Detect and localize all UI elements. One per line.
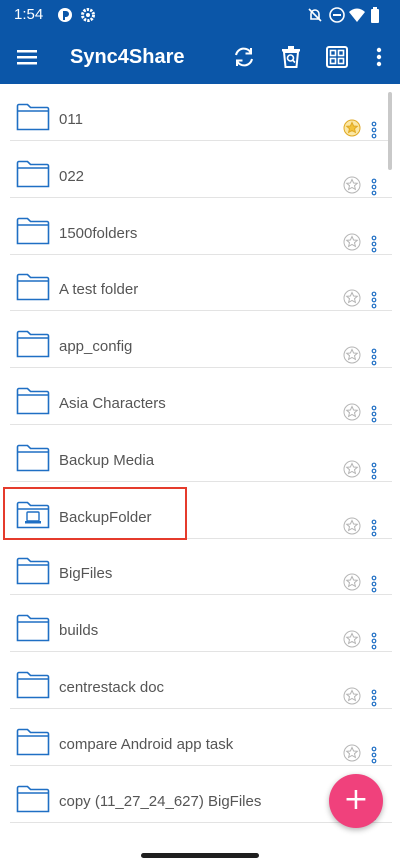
home-gesture-pill[interactable] (141, 853, 259, 858)
app-title: Sync4Share (70, 46, 185, 68)
add-fab-button[interactable]: + (329, 774, 383, 828)
item-more-icon[interactable] (368, 746, 380, 764)
folder-row[interactable]: Asia Characters (0, 368, 392, 425)
favorite-star-icon[interactable] (343, 460, 361, 478)
favorite-star-icon[interactable] (343, 403, 361, 421)
item-more-icon[interactable] (368, 575, 380, 593)
favorite-star-icon[interactable] (343, 233, 361, 251)
folder-icon (16, 387, 50, 415)
folder-icon (16, 103, 50, 131)
item-more-icon[interactable] (368, 462, 380, 480)
folder-icon (16, 614, 50, 642)
recycle-bin-icon[interactable] (278, 44, 304, 70)
notifications-off-icon (308, 8, 322, 22)
folder-icon (16, 444, 50, 472)
grid-view-icon[interactable] (324, 44, 350, 70)
folder-row[interactable]: app_config (0, 311, 392, 369)
folder-icon (16, 217, 50, 244)
favorite-star-icon[interactable] (343, 517, 361, 535)
app-notification-icon (58, 8, 72, 22)
folder-name: copy (11_27_24_627) BigFiles (59, 792, 262, 810)
folder-row[interactable]: centrestack doc (0, 652, 392, 709)
item-more-icon[interactable] (368, 632, 380, 650)
folder-icon (16, 671, 50, 699)
folder-name: A test folder (59, 281, 139, 299)
favorite-star-icon[interactable] (343, 289, 361, 307)
wifi-icon (349, 8, 365, 22)
folder-icon (16, 274, 50, 301)
item-more-icon[interactable] (368, 348, 380, 366)
favorite-star-icon[interactable] (343, 346, 361, 364)
folder-icon (16, 728, 50, 756)
item-more-icon[interactable] (368, 121, 380, 139)
folder-row[interactable]: A test folder (0, 254, 392, 312)
folder-row[interactable]: BigFiles (0, 538, 392, 596)
folder-name: compare Android app task (59, 735, 234, 753)
folder-name: builds (59, 622, 99, 640)
favorite-star-icon[interactable] (343, 687, 361, 705)
folder-icon (16, 160, 50, 188)
folder-list[interactable]: 011 022 1500folders A test folder app_config… (0, 84, 400, 839)
scrollbar-thumb[interactable] (388, 92, 392, 170)
favorite-star-icon[interactable] (343, 744, 361, 762)
folder-name: 022 (59, 167, 85, 185)
item-more-icon[interactable] (368, 178, 380, 196)
folder-row[interactable]: 011 (0, 84, 392, 141)
item-more-icon[interactable] (368, 405, 380, 423)
app-bar: Sync4Share (0, 30, 400, 84)
favorite-star-icon[interactable] (343, 630, 361, 648)
favorite-star-icon[interactable] (343, 176, 361, 194)
folder-name: app_config (59, 338, 133, 356)
settings-gear-icon (81, 8, 95, 22)
folder-name: Backup Media (59, 451, 155, 469)
overflow-menu-icon[interactable] (366, 44, 392, 70)
selection-highlight (3, 487, 187, 540)
folder-name: 011 (59, 111, 83, 128)
item-more-icon[interactable] (368, 689, 380, 707)
folder-row[interactable]: 022 (0, 141, 392, 198)
folder-name: BigFiles (59, 565, 113, 583)
favorite-star-filled-icon[interactable] (343, 119, 361, 137)
favorite-star-icon[interactable] (343, 573, 361, 591)
folder-name: 1500folders (59, 224, 138, 242)
folder-name: Asia Characters (59, 395, 166, 412)
battery-icon (371, 7, 379, 23)
item-more-icon[interactable] (368, 235, 380, 253)
status-bar: 1:54 (0, 0, 400, 30)
sync-icon[interactable] (231, 44, 257, 70)
status-time: 1:54 (14, 6, 44, 23)
folder-row[interactable]: compare Android app task (0, 709, 392, 766)
gesture-nav-bar (0, 839, 400, 867)
item-more-icon[interactable] (368, 291, 380, 309)
folder-row[interactable]: Backup Media (0, 425, 392, 482)
item-more-icon[interactable] (368, 519, 380, 537)
folder-name: centrestack doc (59, 679, 165, 696)
do-not-disturb-icon (329, 7, 345, 23)
row-divider (10, 821, 392, 823)
menu-icon[interactable] (14, 44, 40, 70)
folder-row[interactable]: builds (0, 595, 392, 653)
folder-icon (16, 558, 50, 585)
folder-row[interactable]: 1500folders (0, 198, 392, 255)
folder-icon (16, 785, 50, 812)
folder-icon (16, 330, 50, 358)
